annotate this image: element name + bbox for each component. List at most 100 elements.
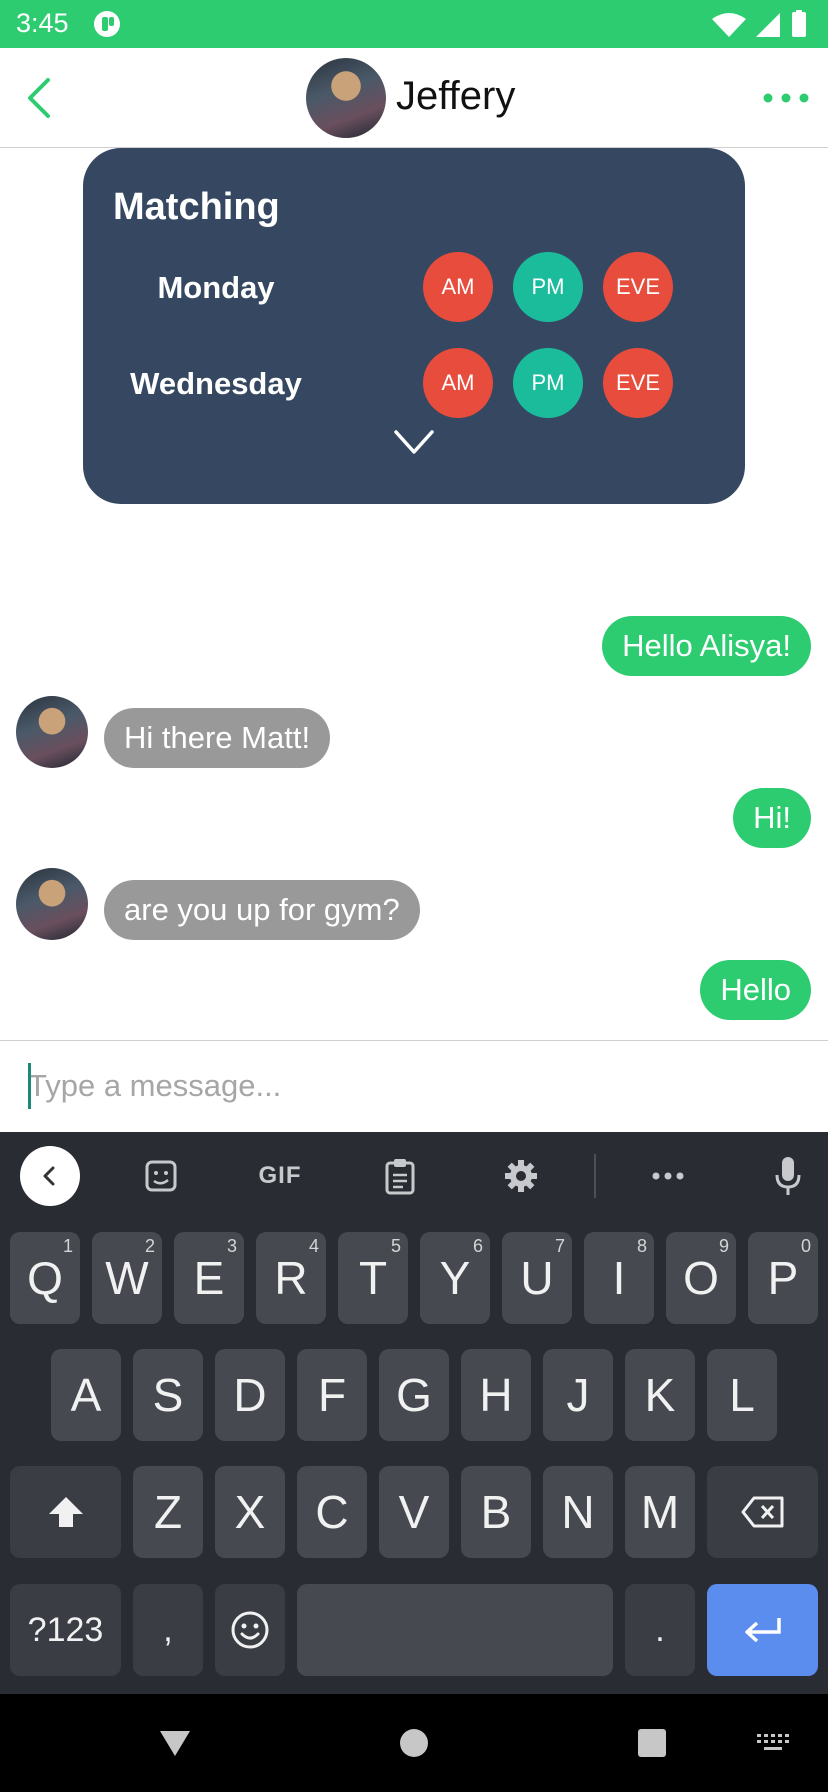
emoji-key[interactable] bbox=[215, 1584, 285, 1676]
day-label-wednesday: Wednesday bbox=[130, 366, 302, 401]
status-time: 3:45 bbox=[16, 8, 69, 38]
comma-key[interactable]: , bbox=[133, 1584, 203, 1676]
more-horizontal-icon bbox=[652, 1172, 684, 1180]
nav-home-button[interactable] bbox=[389, 1720, 439, 1766]
nav-back-button[interactable] bbox=[150, 1720, 200, 1766]
message-incoming: Hi there Matt! bbox=[104, 708, 331, 768]
key-b[interactable]: B bbox=[461, 1466, 531, 1558]
shift-key[interactable] bbox=[10, 1466, 121, 1558]
keyboard-switch-button[interactable] bbox=[748, 1720, 798, 1766]
sticker-icon bbox=[145, 1160, 177, 1192]
key-n[interactable]: N bbox=[543, 1466, 613, 1558]
key-q[interactable]: Q1 bbox=[10, 1232, 80, 1324]
key-v[interactable]: V bbox=[379, 1466, 449, 1558]
more-tools-button[interactable] bbox=[638, 1146, 698, 1206]
period-key[interactable]: . bbox=[625, 1584, 695, 1676]
key-p[interactable]: P0 bbox=[748, 1232, 818, 1324]
settings-button[interactable] bbox=[491, 1146, 551, 1206]
clipboard-icon bbox=[385, 1159, 415, 1195]
more-options-button[interactable] bbox=[754, 70, 818, 126]
toolbar-divider bbox=[594, 1154, 596, 1198]
clipboard-button[interactable] bbox=[370, 1146, 430, 1206]
message-incoming: are you up for gym? bbox=[104, 880, 420, 940]
message-composer bbox=[0, 1040, 828, 1132]
message-outgoing: Hello Alisya! bbox=[602, 616, 811, 676]
key-o[interactable]: O9 bbox=[666, 1232, 736, 1324]
back-button[interactable] bbox=[14, 70, 70, 126]
cellular-signal-icon bbox=[756, 13, 780, 37]
chevron-down-icon bbox=[394, 430, 434, 454]
key-m[interactable]: M bbox=[625, 1466, 695, 1558]
microphone-icon bbox=[775, 1157, 801, 1195]
day-label-monday: Monday bbox=[157, 270, 275, 305]
key-r[interactable]: R4 bbox=[256, 1232, 326, 1324]
keyboard-collapse-button[interactable] bbox=[20, 1146, 80, 1206]
backspace-key[interactable] bbox=[707, 1466, 818, 1558]
key-z[interactable]: Z bbox=[133, 1466, 203, 1558]
more-horizontal-icon bbox=[763, 93, 809, 103]
space-key[interactable] bbox=[297, 1584, 613, 1676]
matching-title: Matching bbox=[113, 186, 280, 228]
gif-button[interactable]: GIF bbox=[250, 1146, 310, 1206]
status-bar: 3:45 bbox=[0, 0, 828, 48]
contact-avatar[interactable] bbox=[306, 58, 386, 138]
slot-wednesday-pm[interactable]: PM bbox=[513, 348, 583, 418]
app-notification-icon bbox=[94, 11, 120, 37]
key-d[interactable]: D bbox=[215, 1349, 285, 1441]
recents-square-icon bbox=[638, 1729, 666, 1757]
emoji-icon bbox=[231, 1611, 269, 1649]
gear-icon bbox=[505, 1160, 537, 1192]
wifi-icon bbox=[712, 13, 746, 37]
key-l[interactable]: L bbox=[707, 1349, 777, 1441]
message-outgoing: Hi! bbox=[733, 788, 811, 848]
key-j[interactable]: J bbox=[543, 1349, 613, 1441]
key-y[interactable]: Y6 bbox=[420, 1232, 490, 1324]
key-x[interactable]: X bbox=[215, 1466, 285, 1558]
matching-card: Matching Monday AM PM EVE Wednesday AM P… bbox=[83, 148, 745, 504]
expand-matching-button[interactable] bbox=[390, 424, 438, 460]
enter-key[interactable] bbox=[707, 1584, 818, 1676]
system-navigation-bar bbox=[0, 1694, 828, 1792]
keyboard-toolbar: GIF bbox=[0, 1132, 828, 1218]
slot-monday-pm[interactable]: PM bbox=[513, 252, 583, 322]
message-input[interactable] bbox=[28, 1061, 798, 1111]
contact-name[interactable]: Jeffery bbox=[396, 74, 515, 119]
key-e[interactable]: E3 bbox=[174, 1232, 244, 1324]
shift-icon bbox=[48, 1497, 83, 1527]
key-t[interactable]: T5 bbox=[338, 1232, 408, 1324]
triangle-down-icon bbox=[160, 1731, 190, 1756]
text-caret bbox=[28, 1063, 31, 1109]
home-circle-icon bbox=[400, 1729, 428, 1757]
message-outgoing: Hello bbox=[700, 960, 811, 1020]
key-a[interactable]: A bbox=[51, 1349, 121, 1441]
voice-input-button[interactable] bbox=[758, 1146, 818, 1206]
key-f[interactable]: F bbox=[297, 1349, 367, 1441]
nav-recents-button[interactable] bbox=[627, 1720, 677, 1766]
soft-keyboard: GIF Q 1 W 2 E 3 R 4 T 5 Y 6 U 7 I 8 O 9 … bbox=[0, 1132, 828, 1694]
key-i[interactable]: I8 bbox=[584, 1232, 654, 1324]
key-u[interactable]: U7 bbox=[502, 1232, 572, 1324]
sticker-button[interactable] bbox=[131, 1146, 191, 1206]
backspace-icon bbox=[741, 1496, 783, 1528]
key-h[interactable]: H bbox=[461, 1349, 531, 1441]
battery-icon bbox=[792, 12, 806, 37]
slot-monday-eve[interactable]: EVE bbox=[603, 252, 673, 322]
slot-wednesday-eve[interactable]: EVE bbox=[603, 348, 673, 418]
slot-wednesday-am[interactable]: AM bbox=[423, 348, 493, 418]
chevron-left-icon bbox=[28, 78, 50, 118]
sender-avatar[interactable] bbox=[16, 696, 88, 768]
enter-icon bbox=[744, 1618, 781, 1643]
keyboard-icon bbox=[757, 1734, 789, 1750]
key-k[interactable]: K bbox=[625, 1349, 695, 1441]
chevron-left-icon bbox=[43, 1166, 55, 1186]
status-icons bbox=[712, 10, 806, 37]
sender-avatar[interactable] bbox=[16, 868, 88, 940]
chat-header: Jeffery bbox=[0, 48, 828, 148]
key-c[interactable]: C bbox=[297, 1466, 367, 1558]
key-w[interactable]: W2 bbox=[92, 1232, 162, 1324]
key-g[interactable]: G bbox=[379, 1349, 449, 1441]
chat-screen: 3:45 Jeffery Matching Monday AM PM EVE W… bbox=[0, 0, 828, 1792]
key-s[interactable]: S bbox=[133, 1349, 203, 1441]
slot-monday-am[interactable]: AM bbox=[423, 252, 493, 322]
symbols-key[interactable]: ?123 bbox=[10, 1584, 121, 1676]
